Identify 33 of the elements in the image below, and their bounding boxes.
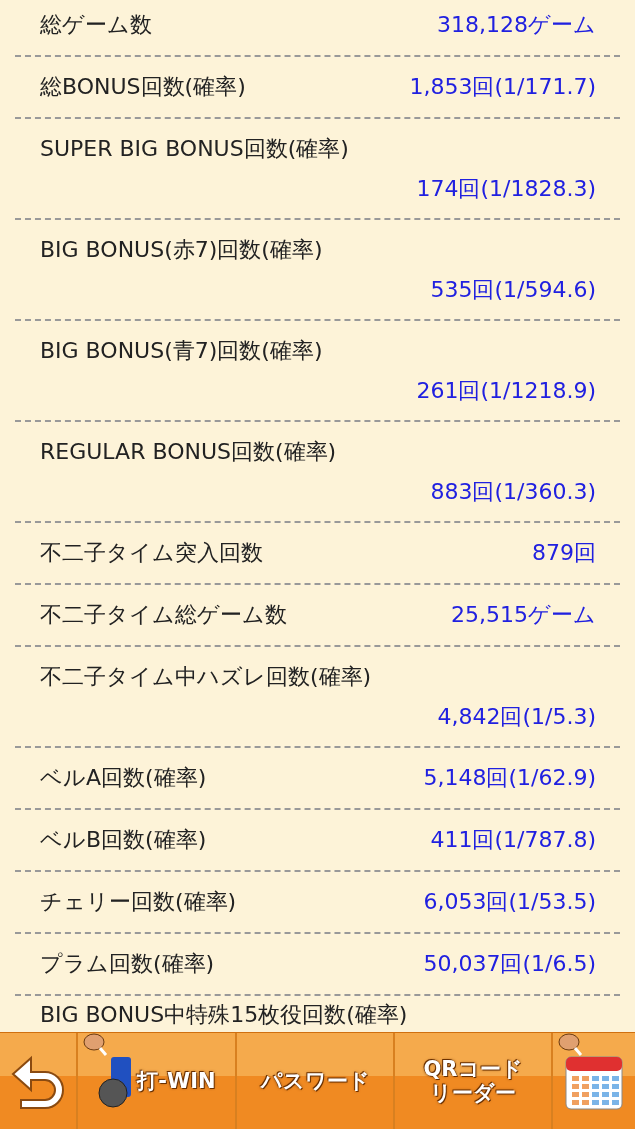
stat-label: BIG BONUS中特殊15枚役回数(確率) — [40, 1001, 409, 1029]
button-label: リーダー — [430, 1081, 516, 1106]
stat-value: 411回(1/787.8) — [430, 826, 596, 854]
stat-label: 不二子タイム突入回数 — [40, 539, 263, 567]
stat-label: REGULAR BONUS回数(確率) — [40, 437, 338, 466]
stat-label: チェリー回数(確率) — [40, 888, 237, 916]
stat-value: 5,148回(1/62.9) — [423, 764, 596, 792]
stat-label: BIG BONUS(青7)回数(確率) — [40, 336, 324, 365]
stat-label: ベルB回数(確率) — [40, 826, 207, 854]
stat-value: 535回(1/594.6) — [430, 275, 596, 304]
button-label: QRコード — [423, 1056, 523, 1081]
stat-value: 4,842回(1/5.3) — [437, 702, 596, 731]
stat-value: 883回(1/360.3) — [430, 477, 596, 506]
stat-value: 879回 — [532, 539, 596, 567]
stat-value: 25,515ゲーム — [451, 601, 596, 629]
stat-label: 総ゲーム数 — [40, 11, 152, 39]
stat-label: SUPER BIG BONUS回数(確率) — [40, 134, 350, 163]
toolbar-button[interactable]: パスワード — [237, 1033, 395, 1129]
stat-value: 174回(1/1828.3) — [416, 174, 596, 203]
stat-label: 不二子タイム中ハズレ回数(確率) — [40, 662, 373, 691]
stat-value: 318,128ゲーム — [437, 11, 596, 39]
stat-value: 1,853回(1/171.7) — [409, 73, 596, 101]
stat-value: 261回(1/1218.9) — [416, 376, 596, 405]
stat-label: 不二子タイム総ゲーム数 — [40, 601, 287, 629]
logo-button[interactable]: 打-WIN — [78, 1033, 237, 1129]
stat-value: 6,053回(1/53.5) — [423, 888, 596, 916]
stat-label: 総BONUS回数(確率) — [40, 73, 246, 101]
logo-text: 打-WIN — [137, 1068, 216, 1094]
stat-label: ベルA回数(確率) — [40, 764, 207, 792]
stat-label: プラム回数(確率) — [40, 950, 215, 978]
stat-label: BIG BONUS(赤7)回数(確率) — [40, 235, 324, 264]
toolbar-button[interactable]: QRコード リーダー — [395, 1033, 553, 1129]
stat-value: 50,037回(1/6.5) — [423, 950, 596, 978]
